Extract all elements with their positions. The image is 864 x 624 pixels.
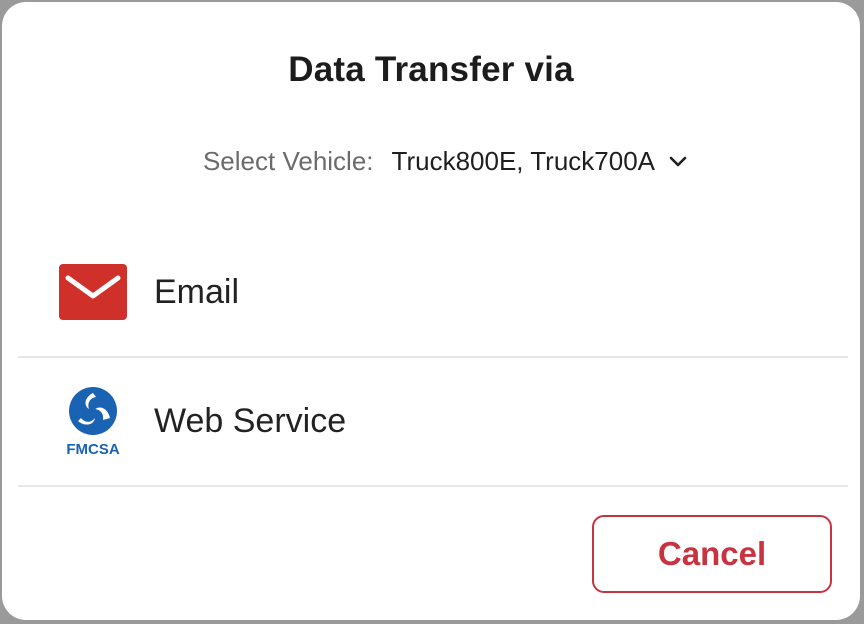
chevron-down-icon bbox=[669, 156, 687, 166]
vehicle-selected-value: Truck800E, Truck700A bbox=[391, 146, 656, 176]
web-service-option[interactable]: FMCSA Web Service bbox=[18, 357, 848, 487]
email-option[interactable]: Email bbox=[18, 228, 848, 358]
fmcsa-logo-text: FMCSA bbox=[66, 441, 119, 457]
vehicle-selector-row: Select Vehicle: Truck800E, Truck700A bbox=[2, 146, 860, 177]
vehicle-dropdown[interactable]: Truck800E, Truck700A bbox=[392, 146, 688, 177]
dialog-title: Data Transfer via bbox=[288, 50, 574, 89]
fmcsa-logo-icon: FMCSA bbox=[58, 386, 128, 457]
email-option-label: Email bbox=[154, 272, 240, 311]
web-service-option-label: Web Service bbox=[154, 401, 347, 440]
data-transfer-dialog: Data Transfer via Select Vehicle: Truck8… bbox=[2, 2, 860, 620]
envelope-icon bbox=[58, 257, 128, 327]
vehicle-label: Select Vehicle: bbox=[202, 146, 374, 176]
cancel-button[interactable]: Cancel bbox=[592, 515, 832, 593]
